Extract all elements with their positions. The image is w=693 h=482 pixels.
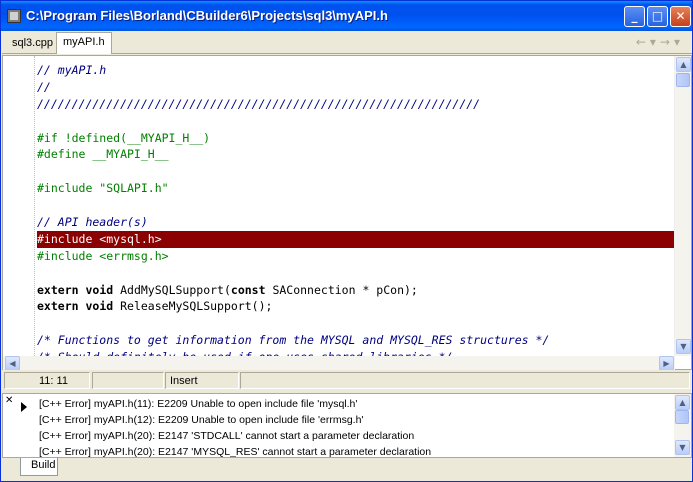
message-line[interactable]: [C++ Error] myAPI.h(20): E2147 'MYSQL_RE… [39, 446, 431, 457]
history-nav: ←▾→▾ [636, 35, 684, 49]
close-button[interactable]: ✕ [670, 6, 691, 27]
insert-mode: Insert [165, 372, 239, 389]
scroll-left-icon[interactable]: ◀ [5, 356, 20, 371]
forward-dropdown-icon[interactable]: ▾ [674, 35, 684, 49]
code-line[interactable]: extern void AddMySQLSupport(const SAConn… [37, 282, 675, 299]
code-line[interactable]: #include <mysql.h> [37, 230, 675, 248]
scroll-down-icon[interactable]: ▼ [676, 339, 691, 354]
code-line[interactable]: #if !defined(__MYAPI_H__) [37, 130, 675, 147]
back-arrow-icon[interactable]: ← [636, 35, 650, 49]
editor-vertical-scrollbar[interactable]: ▲ ▼ [674, 56, 691, 356]
ide-window: C:\Program Files\Borland\CBuilder6\Proje… [0, 0, 693, 482]
modified-indicator [92, 372, 164, 389]
editor-gutter[interactable] [3, 56, 35, 356]
messages-vertical-scrollbar[interactable]: ▲ ▼ [674, 394, 691, 457]
code-line[interactable] [37, 197, 675, 214]
editor-tabs: sql3.cpp myAPI.h ←▾→▾ [2, 31, 692, 54]
tab-sql3-cpp[interactable]: sql3.cpp [6, 34, 59, 54]
minimize-button[interactable]: _ [624, 6, 645, 27]
cursor-position: 11: 11 [4, 372, 90, 389]
back-dropdown-icon[interactable]: ▾ [650, 35, 660, 49]
code-line[interactable]: /* Functions to get information from the… [37, 332, 675, 349]
code-line[interactable] [37, 315, 675, 332]
code-line[interactable] [37, 163, 675, 180]
code-line[interactable]: /* Should definitely be used if one uses… [37, 349, 675, 356]
close-icon[interactable]: ✕ [5, 395, 13, 406]
scroll-right-icon[interactable]: ▶ [659, 356, 674, 371]
message-line[interactable]: [C++ Error] myAPI.h(12): E2209 Unable to… [39, 414, 363, 426]
forward-arrow-icon[interactable]: → [660, 35, 674, 49]
code-line[interactable] [37, 113, 675, 130]
editor-horizontal-scrollbar[interactable]: ◀ ▶ [3, 356, 675, 371]
code-line[interactable]: // [37, 79, 675, 96]
maximize-button[interactable]: □ [647, 6, 668, 27]
status-bar: 11: 11 Insert [2, 370, 692, 391]
code-line[interactable]: #include "SQLAPI.h" [37, 180, 675, 197]
scroll-thumb[interactable] [676, 73, 690, 87]
code-line[interactable]: ////////////////////////////////////////… [37, 96, 675, 113]
message-line[interactable]: [C++ Error] myAPI.h(11): E2209 Unable to… [39, 398, 357, 410]
window-title: C:\Program Files\Borland\CBuilder6\Proje… [26, 8, 388, 23]
message-pane: ✕ [C++ Error] myAPI.h(11): E2209 Unable … [2, 393, 692, 458]
code-line[interactable] [37, 265, 675, 282]
status-message [240, 372, 690, 389]
code-line[interactable]: // myAPI.h [37, 62, 675, 79]
scroll-up-icon[interactable]: ▲ [675, 395, 690, 410]
message-tabs: Build [2, 458, 692, 481]
message-line[interactable]: [C++ Error] myAPI.h(20): E2147 'STDCALL'… [39, 430, 414, 442]
code-line[interactable]: extern void ReleaseMySQLSupport(); [37, 298, 675, 315]
code-line[interactable]: // API header(s) [37, 214, 675, 231]
tab-build[interactable]: Build [20, 458, 58, 476]
scroll-thumb[interactable] [675, 410, 689, 424]
scroll-down-icon[interactable]: ▼ [675, 440, 690, 455]
code-editor[interactable]: // myAPI.h//////////////////////////////… [2, 55, 692, 371]
current-message-arrow-icon [21, 402, 27, 412]
scroll-up-icon[interactable]: ▲ [676, 57, 691, 72]
title-bar[interactable]: C:\Program Files\Borland\CBuilder6\Proje… [1, 1, 692, 31]
code-area[interactable]: // myAPI.h//////////////////////////////… [37, 62, 675, 356]
code-line[interactable]: #include <errmsg.h> [37, 248, 675, 265]
tab-myapi-h[interactable]: myAPI.h [56, 32, 112, 54]
code-line[interactable]: #define __MYAPI_H__ [37, 146, 675, 163]
app-icon [7, 9, 21, 23]
